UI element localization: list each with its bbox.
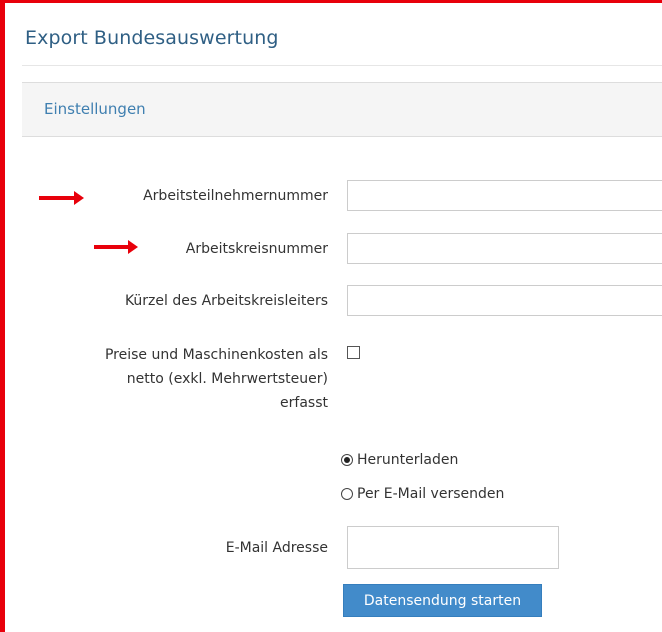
radio-download-label: Herunterladen [357,452,459,468]
email-address-input[interactable] [347,526,559,569]
net-prices-label-line-3: erfasst [280,395,328,411]
net-prices-label-line-1: Preise und Maschinenkosten als [104,347,328,363]
radio-option-download[interactable]: Herunterladen [341,449,458,471]
radio-option-email[interactable]: Per E-Mail versenden [341,483,504,505]
net-prices-checkbox-label: Preise und Maschinenkosten als netto (ex… [105,343,328,415]
start-data-submission-button[interactable]: Datensendung starten [343,584,542,617]
net-prices-label-line-2: netto (exkl. Mehrwertsteuer) [126,371,328,387]
circle-number-input[interactable] [347,233,662,264]
title-divider [22,65,662,66]
annotation-arrow-circle-number [94,240,138,254]
settings-panel-header: Einstellungen [22,82,662,137]
radio-download-button[interactable] [341,454,353,466]
annotation-arrow-participant-number [39,191,84,205]
circle-leader-abbreviation-input[interactable] [347,285,662,316]
net-prices-checkbox[interactable] [347,346,360,359]
page-title: Export Bundesauswertung [25,27,279,49]
email-address-label: E-Mail Adresse [225,540,328,556]
radio-email-button[interactable] [341,488,353,500]
radio-email-label: Per E-Mail versenden [357,486,505,502]
settings-panel-title: Einstellungen [44,100,146,118]
screenshot-annotation-frame: Export Bundesauswertung Einstellungen Ar… [0,0,662,632]
participant-number-label: Arbeitsteilnehmernummer [143,188,328,204]
circle-leader-abbreviation-label: Kürzel des Arbeitskreisleiters [124,293,328,309]
participant-number-input[interactable] [347,180,662,211]
circle-number-label: Arbeitskreisnummer [185,241,328,257]
